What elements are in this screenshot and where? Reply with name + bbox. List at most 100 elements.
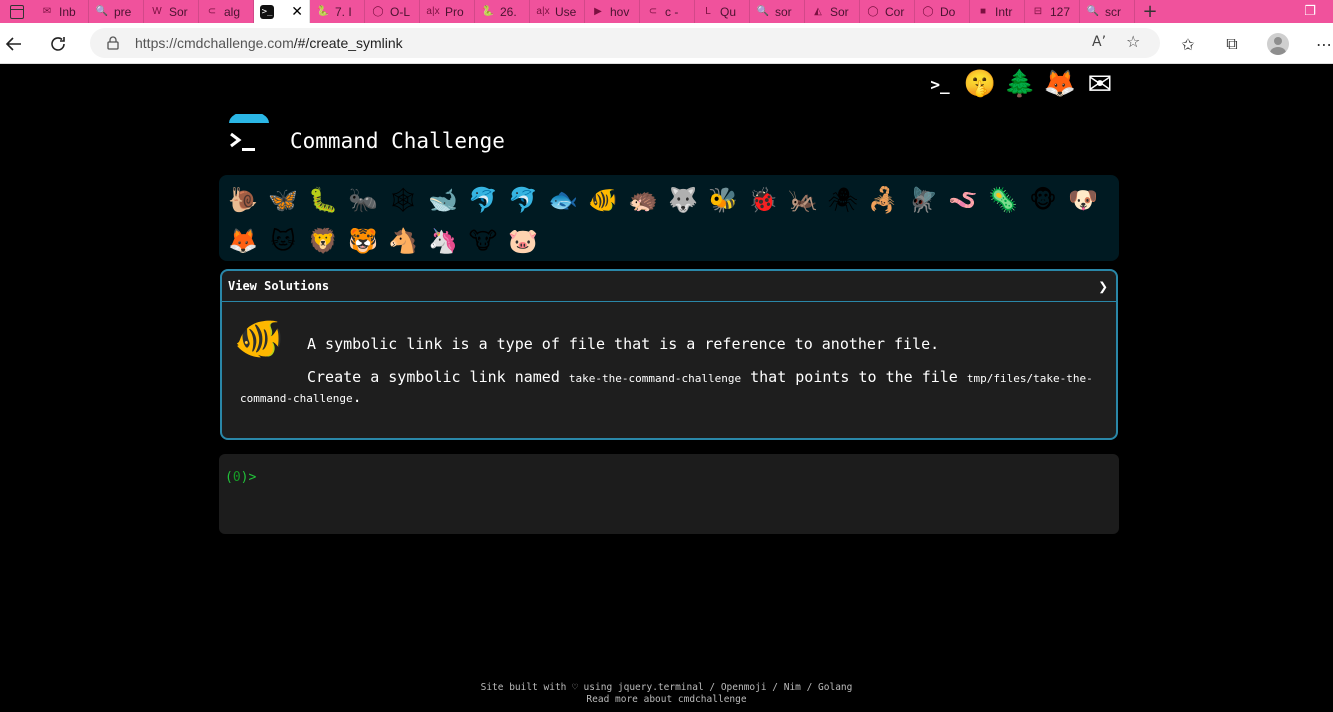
browser-tab[interactable]: ◯ Cor — [860, 0, 915, 23]
tab-favicon-icon: 🐍 — [481, 6, 495, 17]
tab-label: sor — [775, 4, 792, 19]
browser-tab[interactable]: a|x Use — [530, 0, 585, 23]
challenge-animal-icon[interactable]: 🦁 — [303, 220, 343, 261]
lock-icon[interactable] — [107, 36, 119, 50]
back-button[interactable] — [1, 31, 27, 57]
browser-tab[interactable]: a|x Pro — [420, 0, 475, 23]
tab-label: 7. I — [335, 4, 352, 19]
tab-favicon-icon: 🔍 — [1086, 6, 1100, 17]
challenge-animal-icon[interactable]: 🦂 — [863, 179, 903, 220]
terminal[interactable]: (0)> — [219, 454, 1119, 534]
add-favorite-icon[interactable]: ☆ — [1126, 32, 1140, 51]
new-tab-button[interactable]: + — [1135, 0, 1165, 23]
tab-favicon-icon: W — [152, 6, 162, 17]
tab-active[interactable]: >_ ✕ — [254, 0, 310, 23]
footer-read-more-link[interactable]: Read more about cmdchallenge — [0, 694, 1333, 706]
tab-favicon-icon: ◯ — [372, 6, 384, 17]
challenge-animal-icon[interactable]: 🐬 — [463, 179, 503, 220]
tab-strip: ✉ Inb 🔍 pre W Sor ⊂ alg >_ ✕ 🐍 7. I ◯ O-L a|x Pro 🐍 26. a|… — [0, 0, 1333, 23]
browser-tab[interactable]: ▶ hov — [585, 0, 640, 23]
challenge-animal-icon[interactable]: 🦗 — [783, 179, 823, 220]
challenge-animal-icon[interactable]: 🐜 — [343, 179, 383, 220]
tab-favicon-icon: >_ — [260, 4, 274, 19]
browser-tab[interactable]: L Qu — [695, 0, 750, 23]
read-aloud-icon[interactable]: A’ — [1092, 34, 1106, 50]
challenge-animal-icon[interactable]: 🦋 — [263, 179, 303, 220]
challenge-animal-icon[interactable]: 🕸 — [383, 179, 423, 220]
challenge-animal-icon[interactable]: 🪱 — [943, 179, 983, 220]
challenge-animal-icon[interactable]: 🐱 — [263, 220, 303, 261]
url-text[interactable]: https://cmdchallenge.com/#/create_symlin… — [135, 35, 403, 51]
browser-tab[interactable]: ◯ Do — [915, 0, 970, 23]
challenge-animal-icon[interactable]: 🦔 — [623, 179, 663, 220]
challenge-animal-icon[interactable]: 🐶 — [1063, 179, 1103, 220]
tab-label: Qu — [720, 4, 737, 19]
favorites-icon[interactable]: ✩ — [1177, 33, 1199, 55]
tab-label: 127 — [1050, 4, 1071, 19]
challenge-animal-icon[interactable]: 🐬 — [503, 179, 543, 220]
browser-tab[interactable]: ■ Intr — [970, 0, 1025, 23]
tab-actions-menu-icon[interactable] — [0, 0, 34, 23]
tab-label: hov — [610, 4, 630, 19]
profile-avatar[interactable] — [1267, 33, 1289, 55]
browser-tab[interactable]: ⊂ alg — [199, 0, 254, 23]
url-field[interactable]: https://cmdchallenge.com/#/create_symlin… — [90, 28, 1160, 58]
challenge-animal-icon[interactable]: 🦄 — [423, 220, 463, 261]
tab-label: c - — [665, 4, 679, 19]
refresh-button[interactable] — [45, 31, 71, 57]
browser-tab[interactable]: ✉ Inb — [34, 0, 89, 23]
tab-label: alg — [224, 4, 241, 19]
challenge-animal-icon[interactable]: 🐯 — [343, 220, 383, 261]
view-solutions-toggle[interactable]: View Solutions ❯ — [222, 271, 1116, 302]
close-tab-icon[interactable]: ✕ — [291, 3, 303, 20]
challenge-animal-icon[interactable]: 🦊 — [223, 220, 263, 261]
browser-tab[interactable]: 🐍 7. I — [310, 0, 365, 23]
tab-label: Inb — [59, 4, 76, 19]
browser-tab[interactable]: W Sor — [144, 0, 199, 23]
challenge-animal-icon[interactable]: 🐞 — [743, 179, 783, 220]
browser-tab[interactable]: ◯ O-L — [365, 0, 420, 23]
tab-label: Do — [940, 4, 956, 19]
browser-tab[interactable]: 🔍 scr — [1080, 0, 1135, 23]
tab-favicon-icon: ⊂ — [207, 6, 217, 17]
envelope-icon[interactable]: ✉ — [1080, 66, 1120, 102]
challenge-animal-icon[interactable]: 🐴 — [383, 220, 423, 261]
challenge-animal-icon[interactable]: 🐌 — [223, 179, 263, 220]
challenge-animal-icon[interactable]: 🐟 — [543, 179, 583, 220]
prompt-close: )> — [240, 470, 257, 485]
tab-label: Intr — [995, 4, 1013, 19]
tab-favicon-icon: ■ — [979, 6, 987, 17]
shushing-face-icon[interactable]: 🤫 — [960, 66, 1000, 102]
challenge-animal-icon[interactable]: 🪰 — [903, 179, 943, 220]
more-options-icon[interactable]: ⋯ — [1313, 33, 1333, 55]
terminal-logo-icon[interactable]: >_ — [920, 66, 960, 102]
tab-favicon-icon: 🔍 — [756, 6, 770, 17]
tab-list: ✉ Inb 🔍 pre W Sor ⊂ alg >_ ✕ 🐍 7. I ◯ O-L a|x Pro 🐍 26. a|… — [34, 0, 1135, 23]
browser-tab[interactable]: ◭ Sor — [805, 0, 860, 23]
browser-tab[interactable]: ⊂ c - — [640, 0, 695, 23]
challenge-animal-icon[interactable]: 🐝 — [703, 179, 743, 220]
challenge-intro: A symbolic link is a type of file that i… — [307, 335, 940, 353]
browser-tab[interactable]: 🔍 pre — [89, 0, 144, 23]
collections-icon[interactable]: ⧉ — [1221, 33, 1243, 55]
challenge-animal-icon[interactable]: 🐮 — [463, 220, 503, 261]
evergreen-tree-icon[interactable]: 🌲 — [1000, 66, 1040, 102]
challenge-animal-icon[interactable]: 🕷 — [823, 179, 863, 220]
page-title: Command Challenge — [290, 129, 505, 153]
tab-label: Sor — [830, 4, 849, 19]
challenge-animal-icon[interactable]: 🐠 — [583, 179, 623, 220]
browser-tab[interactable]: 🐍 26. — [475, 0, 530, 23]
tab-favicon-icon: ⊟ — [1033, 6, 1043, 17]
restore-window-icon[interactable]: ❐ — [1287, 0, 1333, 23]
browser-tab[interactable]: ⊟ 127 — [1025, 0, 1080, 23]
gitlab-icon[interactable]: 🦊 — [1040, 66, 1080, 102]
challenge-animal-icon[interactable]: 🐵 — [1023, 179, 1063, 220]
challenge-animal-icon[interactable]: 🐷 — [503, 220, 543, 261]
challenge-animal-icon[interactable]: 🐺 — [663, 179, 703, 220]
tab-favicon-icon: 🐍 — [316, 6, 330, 17]
challenge-animal-icon[interactable]: 🦠 — [983, 179, 1023, 220]
browser-tab[interactable]: 🔍 sor — [750, 0, 805, 23]
challenge-animal-icon[interactable]: 🐋 — [423, 179, 463, 220]
challenge-animal-icon[interactable]: 🐛 — [303, 179, 343, 220]
tab-favicon-icon: ▶ — [594, 6, 602, 17]
